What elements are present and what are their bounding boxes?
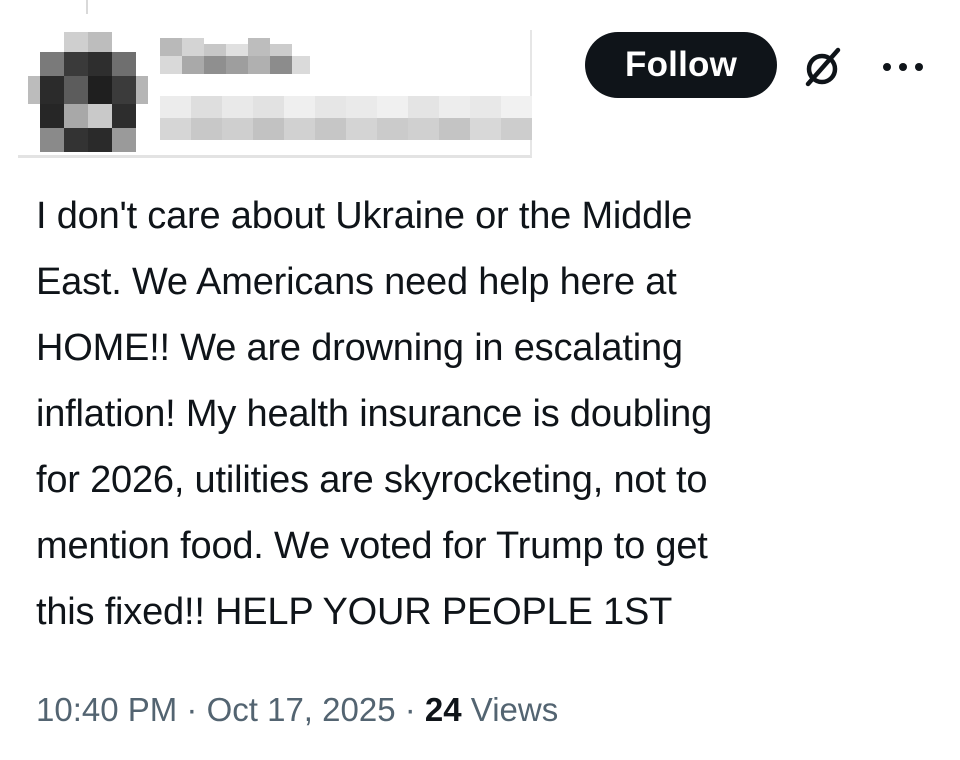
author-header-redacted [18, 30, 532, 158]
post-text: I don't care about Ukraine or the Middle… [36, 195, 713, 633]
meta-separator: · [186, 691, 198, 728]
follow-button[interactable]: Follow [585, 32, 777, 98]
views-label: Views [470, 691, 559, 728]
author-name-redacted[interactable] [160, 38, 310, 74]
meta-separator: · [404, 691, 416, 728]
author-handle-redacted[interactable] [160, 96, 532, 140]
more-horizontal-icon[interactable] [877, 50, 929, 84]
avatar[interactable] [28, 32, 148, 152]
grok-slash-circle-icon[interactable] [800, 44, 846, 90]
post-card: Follow I don't care about Ukraine or the… [0, 0, 960, 760]
views-count: 24 [424, 691, 462, 728]
post-meta: 10:40 PM · Oct 17, 2025 · 24 Views [36, 690, 558, 730]
thread-line [86, 0, 88, 14]
post-date[interactable]: Oct 17, 2025 [207, 691, 396, 728]
post-time[interactable]: 10:40 PM [36, 691, 177, 728]
